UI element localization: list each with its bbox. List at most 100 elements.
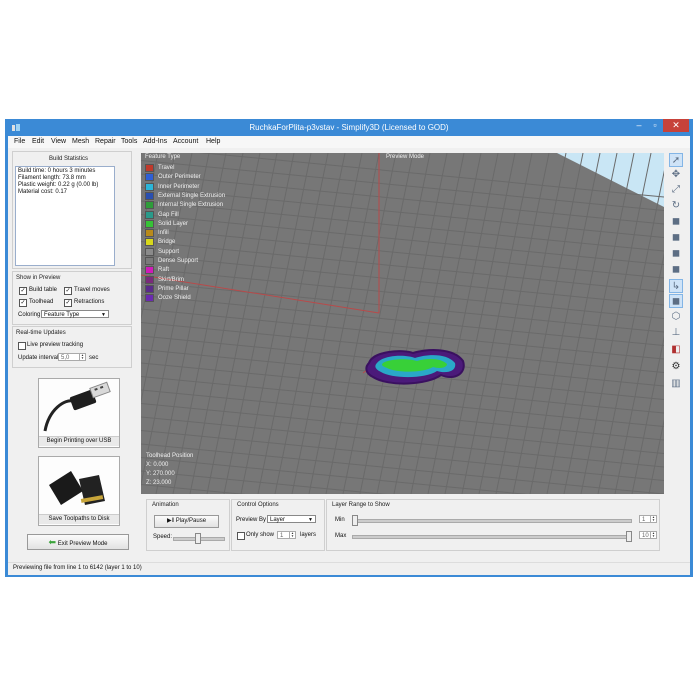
legend-label: Bridge xyxy=(158,239,176,246)
move-icon[interactable]: ✥ xyxy=(669,168,683,182)
legend-swatch xyxy=(145,201,154,210)
preview-viewport[interactable]: Feature Type Preview Mode Travel Outer Pe… xyxy=(141,153,664,494)
min-layer-value: 1 xyxy=(642,517,646,523)
legend-item: Internal Single Extrusion xyxy=(145,201,245,210)
legend-label: Support xyxy=(158,248,180,255)
legend-item: Inner Perimeter xyxy=(145,182,245,192)
legend-item: Travel xyxy=(145,164,245,173)
rotate-icon[interactable]: ↻ xyxy=(669,199,683,213)
legend-label: Internal Single Extrusion xyxy=(158,202,224,209)
spin-arrows-icon[interactable]: ▲ ▼ xyxy=(650,516,656,522)
legend-item: Support xyxy=(145,247,245,257)
view-front-icon[interactable]: ◼ xyxy=(669,231,683,245)
sd-card-icon xyxy=(49,471,105,505)
legend-label: Solid Layer xyxy=(158,220,189,227)
live-tracking-label: Live preview tracking xyxy=(27,342,84,348)
toolhead-z: Z: 23.000 xyxy=(146,480,172,486)
menu-repair[interactable]: Repair xyxy=(95,138,116,145)
menu-add-ins[interactable]: Add-Ins xyxy=(143,138,167,145)
legend-item: Outer Perimeter xyxy=(145,173,245,182)
max-layer-slider[interactable] xyxy=(352,535,632,539)
cube-outline-icon[interactable]: ⬡ xyxy=(669,310,683,324)
speed-slider-thumb[interactable] xyxy=(195,533,201,544)
build-table-checkbox[interactable]: ✓ xyxy=(19,287,27,295)
axis-z-icon[interactable]: ⊥ xyxy=(669,326,683,340)
legend-swatch xyxy=(145,191,154,200)
select-icon[interactable]: ➚ xyxy=(669,153,683,167)
view-cube-icon[interactable]: ◼ xyxy=(669,215,683,229)
spin-arrows-icon[interactable]: ▲ ▼ xyxy=(79,354,85,360)
toolhead-x: X: 0.000 xyxy=(146,462,169,468)
ruler-icon[interactable]: ▥ xyxy=(669,377,683,391)
save-toolpaths-button[interactable]: Save Toolpaths to Disk xyxy=(38,456,120,526)
legend-label: Travel xyxy=(158,165,175,171)
legend-label: Skirt/Brim xyxy=(158,276,184,283)
menu-file[interactable]: File xyxy=(14,138,25,145)
menu-account[interactable]: Account xyxy=(173,138,198,145)
scale-icon[interactable]: ⤢ xyxy=(669,183,683,197)
settings-gear-icon[interactable]: ⚙ xyxy=(669,360,683,374)
play-pause-button[interactable]: ▶‖ Play/Pause xyxy=(154,515,219,528)
legend-item: Bridge xyxy=(145,238,245,247)
legend-swatch xyxy=(145,238,154,247)
view-iso-icon[interactable]: ◼ xyxy=(669,294,683,308)
retractions-checkbox[interactable]: ✓ xyxy=(64,299,72,307)
only-show-label: Only show xyxy=(246,532,275,538)
legend-item: Gap Fill xyxy=(145,210,245,220)
menu-tools[interactable]: Tools xyxy=(121,138,137,145)
view-side-icon[interactable]: ◼ xyxy=(669,247,683,261)
min-layer-input[interactable]: 1 ▲ ▼ xyxy=(639,515,657,523)
realtime-updates-title: Real-time Updates xyxy=(16,330,66,336)
build-statistics-box: Build time: 0 hours 3 minutes Filament l… xyxy=(15,166,115,266)
menu-view[interactable]: View xyxy=(51,138,66,145)
layers-label: layers xyxy=(300,532,317,538)
only-show-checkbox[interactable] xyxy=(237,532,245,540)
min-layer-thumb[interactable] xyxy=(352,515,358,526)
maximize-button[interactable]: ▫ xyxy=(647,119,663,132)
menu-help[interactable]: Help xyxy=(206,138,220,145)
spin-arrows-icon[interactable]: ▲ ▼ xyxy=(650,532,656,538)
live-tracking-checkbox[interactable] xyxy=(18,342,26,350)
exit-preview-button[interactable]: ⬅ Exit Preview Mode xyxy=(27,534,129,550)
toolhead-position-title: Toolhead Position xyxy=(146,453,194,459)
legend-swatch xyxy=(145,229,154,238)
max-layer-input[interactable]: 10 ▲ ▼ xyxy=(639,531,657,539)
minimize-button[interactable]: – xyxy=(631,119,647,132)
legend-swatch xyxy=(145,275,154,284)
axes-icon[interactable]: ↳ xyxy=(669,279,683,293)
menu-mesh[interactable]: Mesh xyxy=(72,138,89,145)
legend-label: Dense Support xyxy=(158,258,199,264)
stat-plastic-weight: Plastic weight: 0.22 g (0.00 lb) xyxy=(18,182,99,188)
travel-moves-checkbox[interactable]: ✓ xyxy=(64,287,72,295)
max-layer-thumb[interactable] xyxy=(626,531,632,542)
preview-by-select[interactable]: Layer ▼ xyxy=(267,515,316,523)
only-show-layers-input[interactable]: 1 ▲ ▼ xyxy=(277,531,296,539)
legend-title: Feature Type xyxy=(145,154,181,160)
legend-item: Prime Pillar xyxy=(145,284,245,294)
menu-edit[interactable]: Edit xyxy=(32,138,44,145)
app-window: RuchkaForPlita-p3vstav - Simplify3D (Lic… xyxy=(5,119,693,577)
cross-section-icon[interactable]: ◧ xyxy=(669,343,683,357)
speed-label: Speed: xyxy=(153,534,173,540)
client-area: File Edit View Mesh Repair Tools Add-Ins… xyxy=(8,136,690,575)
min-layer-slider[interactable] xyxy=(352,519,632,523)
preview-by-value: Layer xyxy=(270,517,286,523)
toolhead-checkbox[interactable]: ✓ xyxy=(19,299,27,307)
print-usb-button[interactable]: Begin Printing over USB xyxy=(38,378,120,448)
view-top-icon[interactable]: ◼ xyxy=(669,263,683,277)
legend-item: Solid Layer xyxy=(145,219,245,229)
layer-range-title: Layer Range to Show xyxy=(332,502,390,508)
toolhead-y: Y: 270.000 xyxy=(146,471,175,477)
coloring-select[interactable]: Feature Type ▼ xyxy=(41,310,109,318)
update-interval-input[interactable]: 5,0 ▲ ▼ xyxy=(58,353,86,361)
legend-item: Ooze Shield xyxy=(145,294,245,303)
save-toolpaths-label: Save Toolpaths to Disk xyxy=(39,514,119,524)
usb-cable-icon xyxy=(43,381,111,432)
legend-item: Skirt/Brim xyxy=(145,275,245,285)
spin-arrows-icon[interactable]: ▲ ▼ xyxy=(289,532,295,538)
stat-build-time: Build time: 0 hours 3 minutes xyxy=(18,168,96,174)
max-layer-value: 10 xyxy=(642,533,649,539)
close-button[interactable]: ✕ xyxy=(663,119,689,132)
build-statistics-title: Build Statistics xyxy=(49,156,89,162)
stat-filament-length: Filament length: 73.8 mm xyxy=(18,175,86,181)
